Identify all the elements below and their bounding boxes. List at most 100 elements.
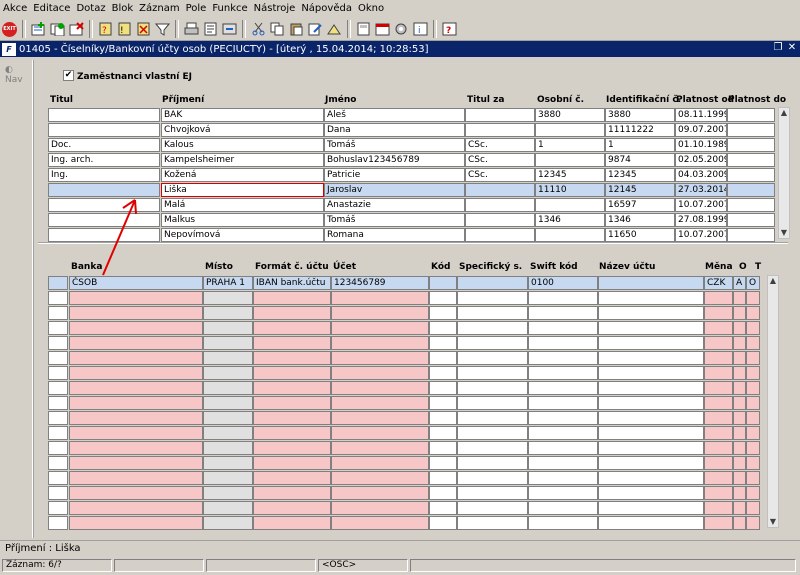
- account-misto-cell[interactable]: [203, 306, 253, 320]
- account-o-cell[interactable]: [733, 516, 746, 530]
- menu-item[interactable]: Blok: [109, 0, 137, 18]
- account-spec-cell[interactable]: [457, 351, 528, 365]
- account-kod-cell[interactable]: [429, 456, 457, 470]
- account-format-cell[interactable]: [253, 426, 331, 440]
- account-misto-cell[interactable]: [203, 471, 253, 485]
- account-kod-cell[interactable]: [429, 351, 457, 365]
- person-titul_za-cell[interactable]: [465, 108, 535, 122]
- account-o-cell[interactable]: [733, 336, 746, 350]
- account-misto-cell[interactable]: [203, 486, 253, 500]
- person-titul_za-cell[interactable]: CSc.: [465, 168, 535, 182]
- account-format-cell[interactable]: [253, 291, 331, 305]
- person-osobni-cell[interactable]: 3880: [535, 108, 605, 122]
- account-kod-cell[interactable]: [429, 426, 457, 440]
- account-ind-cell[interactable]: [48, 276, 68, 290]
- account-mena-cell[interactable]: [704, 351, 733, 365]
- account-nazev-cell[interactable]: [598, 276, 704, 290]
- account-o-cell[interactable]: [733, 291, 746, 305]
- account-swift-cell[interactable]: [528, 426, 598, 440]
- person-titul_za-cell[interactable]: CSc.: [465, 138, 535, 152]
- account-t-cell[interactable]: [746, 486, 760, 500]
- account-o-cell[interactable]: [733, 456, 746, 470]
- scroll-up-icon[interactable]: ▲: [768, 276, 778, 286]
- account-swift-cell[interactable]: [528, 396, 598, 410]
- account-misto-cell[interactable]: [203, 336, 253, 350]
- account-swift-cell[interactable]: [528, 366, 598, 380]
- account-swift-cell[interactable]: [528, 411, 598, 425]
- account-ucet-cell[interactable]: [331, 516, 429, 530]
- account-format-cell[interactable]: IBAN bank.účtu: [253, 276, 331, 290]
- account-spec-cell[interactable]: [457, 336, 528, 350]
- account-banka-cell[interactable]: [69, 501, 203, 515]
- person-prijmeni-cell[interactable]: Chvojková: [161, 123, 324, 137]
- account-misto-cell[interactable]: [203, 501, 253, 515]
- account-nazev-cell[interactable]: [598, 471, 704, 485]
- account-swift-cell[interactable]: [528, 381, 598, 395]
- help-button[interactable]: ?: [441, 21, 458, 38]
- account-ucet-cell[interactable]: 123456789: [331, 276, 429, 290]
- account-kod-cell[interactable]: [429, 411, 457, 425]
- account-format-cell[interactable]: [253, 351, 331, 365]
- person-ident-cell[interactable]: 11650: [605, 228, 675, 242]
- enter-query-button[interactable]: ?: [97, 21, 114, 38]
- account-ind-cell[interactable]: [48, 306, 68, 320]
- account-ind-cell[interactable]: [48, 381, 68, 395]
- exit-button[interactable]: EXIT: [1, 21, 18, 38]
- account-nazev-cell[interactable]: [598, 501, 704, 515]
- account-mena-cell[interactable]: [704, 396, 733, 410]
- account-o-cell[interactable]: [733, 381, 746, 395]
- account-ind-cell[interactable]: [48, 486, 68, 500]
- account-ind-cell[interactable]: [48, 456, 68, 470]
- person-ident-cell[interactable]: 3880: [605, 108, 675, 122]
- account-o-cell[interactable]: [733, 486, 746, 500]
- account-banka-cell[interactable]: [69, 441, 203, 455]
- account-swift-cell[interactable]: 0100: [528, 276, 598, 290]
- account-banka-cell[interactable]: [69, 366, 203, 380]
- account-spec-cell[interactable]: [457, 486, 528, 500]
- account-banka-cell[interactable]: [69, 291, 203, 305]
- account-misto-cell[interactable]: [203, 396, 253, 410]
- person-ident-cell[interactable]: 16597: [605, 198, 675, 212]
- person-jmeno-cell[interactable]: Tomáš: [324, 138, 465, 152]
- person-titul-cell[interactable]: Ing.: [48, 168, 160, 182]
- cancel-query-button[interactable]: [135, 21, 152, 38]
- scroll-down-icon[interactable]: ▼: [779, 228, 789, 238]
- person-titul_za-cell[interactable]: [465, 198, 535, 212]
- account-spec-cell[interactable]: [457, 441, 528, 455]
- account-format-cell[interactable]: [253, 321, 331, 335]
- account-format-cell[interactable]: [253, 336, 331, 350]
- account-kod-cell[interactable]: [429, 501, 457, 515]
- account-kod-cell[interactable]: [429, 471, 457, 485]
- person-do-cell[interactable]: [727, 153, 775, 167]
- account-ind-cell[interactable]: [48, 471, 68, 485]
- account-format-cell[interactable]: [253, 366, 331, 380]
- account-spec-cell[interactable]: [457, 426, 528, 440]
- account-mena-cell[interactable]: CZK: [704, 276, 733, 290]
- account-misto-cell[interactable]: [203, 366, 253, 380]
- person-do-cell[interactable]: [727, 228, 775, 242]
- person-ident-cell[interactable]: 1: [605, 138, 675, 152]
- info-button[interactable]: i: [412, 21, 429, 38]
- account-t-cell[interactable]: [746, 396, 760, 410]
- person-titul_za-cell[interactable]: [465, 228, 535, 242]
- account-mena-cell[interactable]: [704, 516, 733, 530]
- account-ind-cell[interactable]: [48, 516, 68, 530]
- person-titul_za-cell[interactable]: [465, 213, 535, 227]
- person-od-cell[interactable]: 27.08.1999: [675, 213, 727, 227]
- account-kod-cell[interactable]: [429, 441, 457, 455]
- account-ind-cell[interactable]: [48, 426, 68, 440]
- account-ucet-cell[interactable]: [331, 336, 429, 350]
- delete-record-button[interactable]: [68, 21, 85, 38]
- account-mena-cell[interactable]: [704, 426, 733, 440]
- print-button[interactable]: [183, 21, 200, 38]
- account-mena-cell[interactable]: [704, 486, 733, 500]
- cut-button[interactable]: [250, 21, 267, 38]
- person-ident-cell[interactable]: 11111222: [605, 123, 675, 137]
- account-nazev-cell[interactable]: [598, 321, 704, 335]
- account-misto-cell[interactable]: [203, 381, 253, 395]
- person-jmeno-cell[interactable]: Romana: [324, 228, 465, 242]
- menu-item[interactable]: Okno: [355, 0, 387, 18]
- duplicate-record-button[interactable]: [49, 21, 66, 38]
- account-kod-cell[interactable]: [429, 291, 457, 305]
- person-do-cell[interactable]: [727, 138, 775, 152]
